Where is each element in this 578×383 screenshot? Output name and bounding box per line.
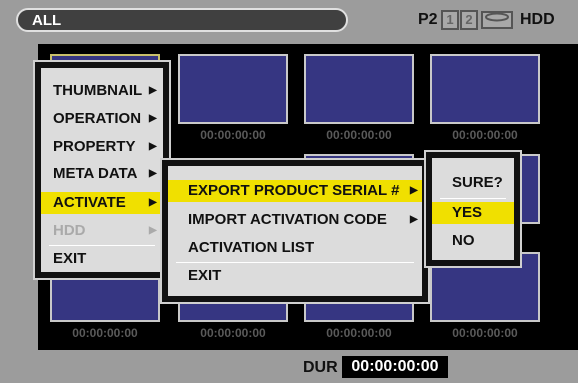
confirm-submenu-panel: SURE? YES NO bbox=[432, 158, 514, 260]
submenu-arrow-icon: ▶ bbox=[149, 141, 157, 152]
main-menu: THUMBNAIL ▶ OPERATION ▶ PROPERTY ▶ META … bbox=[33, 60, 171, 280]
thumbnail-timecode: 00:00:00:00 bbox=[200, 326, 266, 340]
menu-item-label: ACTIVATION LIST bbox=[188, 239, 315, 256]
bottom-status-bar: DUR 00:00:00:00 bbox=[0, 350, 578, 383]
confirm-prompt-label: SURE? bbox=[452, 174, 503, 191]
menu-item-thumbnail[interactable]: THUMBNAIL ▶ bbox=[41, 80, 163, 102]
menu-item-hdd: HDD ▶ bbox=[41, 220, 163, 242]
top-status-bar: ALL P2 1 2 HDD bbox=[0, 0, 578, 44]
menu-item-label: HDD bbox=[53, 222, 86, 239]
activate-submenu: EXPORT PRODUCT SERIAL # ▶ IMPORT ACTIVAT… bbox=[160, 158, 430, 304]
menu-item-exit[interactable]: EXIT bbox=[41, 248, 163, 270]
menu-item-label: META DATA bbox=[53, 165, 138, 182]
menu-item-exit[interactable]: EXIT bbox=[168, 265, 422, 287]
submenu-arrow-icon: ▶ bbox=[149, 197, 157, 208]
yes-option-label: YES bbox=[452, 204, 483, 221]
submenu-arrow-icon: ▶ bbox=[410, 214, 418, 225]
thumbnail-image bbox=[178, 54, 288, 124]
card-slot-1-indicator: 1 bbox=[441, 10, 459, 30]
activate-submenu-panel: EXPORT PRODUCT SERIAL # ▶ IMPORT ACTIVAT… bbox=[168, 166, 422, 296]
p2-media-label: P2 bbox=[418, 11, 438, 28]
menu-item-label: IMPORT ACTIVATION CODE bbox=[188, 211, 387, 228]
thumbnail-timecode: 00:00:00:00 bbox=[72, 326, 138, 340]
duration-label: DUR bbox=[303, 359, 338, 376]
menu-divider bbox=[49, 245, 155, 246]
clip-thumbnail[interactable]: 00:00:00:00 bbox=[304, 54, 414, 142]
submenu-arrow-icon: ▶ bbox=[149, 225, 157, 236]
no-option-label: NO bbox=[452, 232, 475, 249]
menu-item-label: ACTIVATE bbox=[53, 194, 126, 211]
thumbnail-timecode: 00:00:00:00 bbox=[326, 326, 392, 340]
thumbnail-timecode: 00:00:00:00 bbox=[452, 326, 518, 340]
clip-thumbnail[interactable]: 00:00:00:00 bbox=[178, 54, 288, 142]
display-mode-pill: ALL bbox=[16, 8, 348, 32]
menu-divider bbox=[176, 262, 414, 263]
submenu-arrow-icon: ▶ bbox=[149, 168, 157, 179]
main-menu-panel: THUMBNAIL ▶ OPERATION ▶ PROPERTY ▶ META … bbox=[41, 68, 163, 272]
duration-value: 00:00:00:00 bbox=[342, 356, 448, 378]
menu-item-export-product-serial[interactable]: EXPORT PRODUCT SERIAL # ▶ bbox=[168, 180, 422, 202]
menu-item-activate[interactable]: ACTIVATE ▶ bbox=[41, 192, 163, 214]
menu-item-meta-data[interactable]: META DATA ▶ bbox=[41, 163, 163, 185]
clip-thumbnail[interactable]: 00:00:00:00 bbox=[430, 54, 540, 142]
thumbnail-image bbox=[304, 54, 414, 124]
menu-divider bbox=[440, 198, 506, 199]
display-mode-label: ALL bbox=[32, 12, 62, 29]
menu-item-activation-list[interactable]: ACTIVATION LIST bbox=[168, 237, 422, 259]
menu-item-label: EXPORT PRODUCT SERIAL # bbox=[188, 182, 400, 199]
menu-item-import-activation-code[interactable]: IMPORT ACTIVATION CODE ▶ bbox=[168, 209, 422, 231]
confirm-submenu: SURE? YES NO bbox=[424, 150, 522, 268]
menu-item-operation[interactable]: OPERATION ▶ bbox=[41, 108, 163, 130]
card-slot-2-indicator: 2 bbox=[460, 10, 478, 30]
thumbnail-image bbox=[430, 54, 540, 124]
hdd-label: HDD bbox=[520, 11, 555, 28]
confirm-prompt: SURE? bbox=[432, 172, 514, 194]
menu-item-label: EXIT bbox=[53, 250, 87, 267]
menu-item-label: PROPERTY bbox=[53, 138, 136, 155]
menu-item-label: THUMBNAIL bbox=[53, 82, 143, 99]
yes-option[interactable]: YES bbox=[432, 202, 514, 224]
menu-item-label: OPERATION bbox=[53, 110, 142, 127]
thumbnail-timecode: 00:00:00:00 bbox=[200, 128, 266, 142]
menu-item-label: EXIT bbox=[188, 267, 222, 284]
thumbnail-timecode: 00:00:00:00 bbox=[326, 128, 392, 142]
submenu-arrow-icon: ▶ bbox=[149, 85, 157, 96]
no-option[interactable]: NO bbox=[432, 230, 514, 252]
submenu-arrow-icon: ▶ bbox=[410, 185, 418, 196]
clip-thumbnail-screen: ALL P2 1 2 HDD 00:00:00:00 00:00:00:00 0… bbox=[0, 0, 578, 383]
submenu-arrow-icon: ▶ bbox=[149, 113, 157, 124]
menu-item-property[interactable]: PROPERTY ▶ bbox=[41, 136, 163, 158]
hdd-drive-icon bbox=[481, 11, 513, 29]
thumbnail-timecode: 00:00:00:00 bbox=[452, 128, 518, 142]
